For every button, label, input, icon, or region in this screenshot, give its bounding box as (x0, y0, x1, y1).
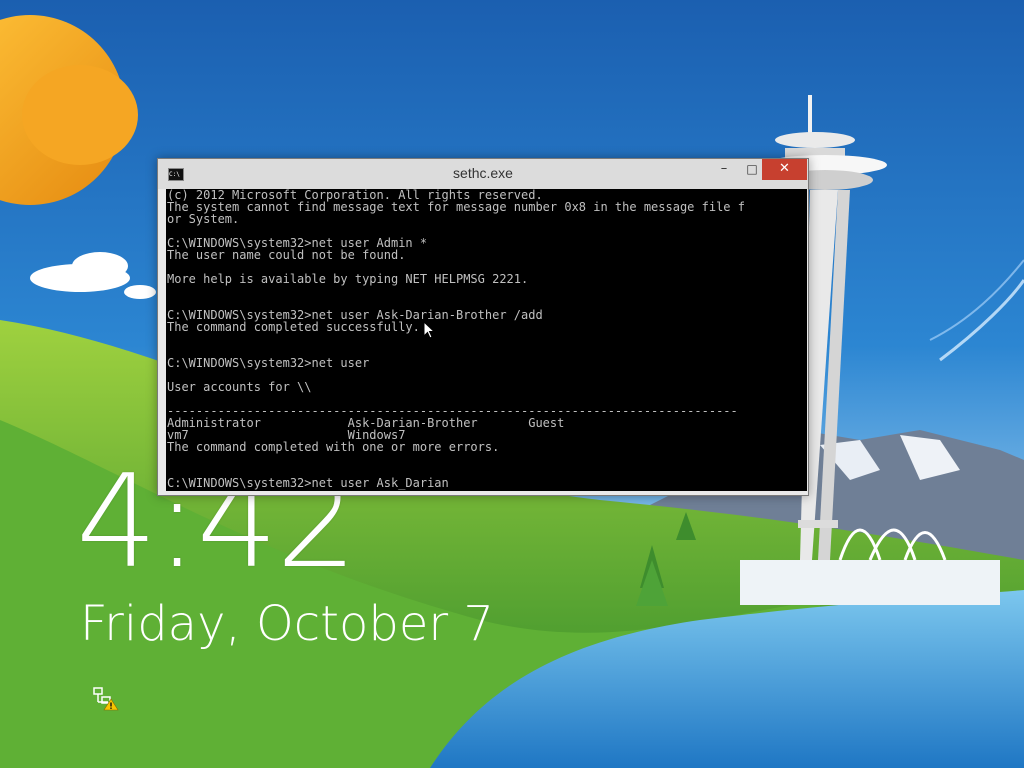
console-line: The user name could not be found. (167, 248, 406, 262)
console-window[interactable]: C:\ sethc.exe – □ ✕ (c) 2012 Microsoft C… (157, 158, 809, 496)
console-line: More help is available by typing NET HEL… (167, 272, 529, 286)
console-line: The command completed with one or more e… (167, 440, 500, 454)
close-button[interactable]: ✕ (762, 159, 807, 180)
minimize-button[interactable]: – (710, 159, 738, 180)
lockscreen-date: Friday, October 7 (80, 596, 494, 652)
console-line: The command completed successfully. (167, 320, 420, 334)
network-warning-icon[interactable] (92, 686, 120, 712)
console-line: C:\WINDOWS\system32>net user (167, 356, 370, 370)
console-line: User accounts for \\ (167, 380, 312, 394)
console-line: or System. (167, 212, 240, 226)
mouse-cursor-icon (423, 320, 436, 343)
console-line: The system cannot find message text for … (167, 200, 745, 214)
console-prompt-line[interactable]: C:\WINDOWS\system32>net user Ask_Darian (166, 477, 807, 489)
console-output[interactable]: (c) 2012 Microsoft Corporation. All righ… (166, 189, 807, 491)
console-titlebar[interactable]: C:\ sethc.exe – □ ✕ (158, 159, 808, 189)
